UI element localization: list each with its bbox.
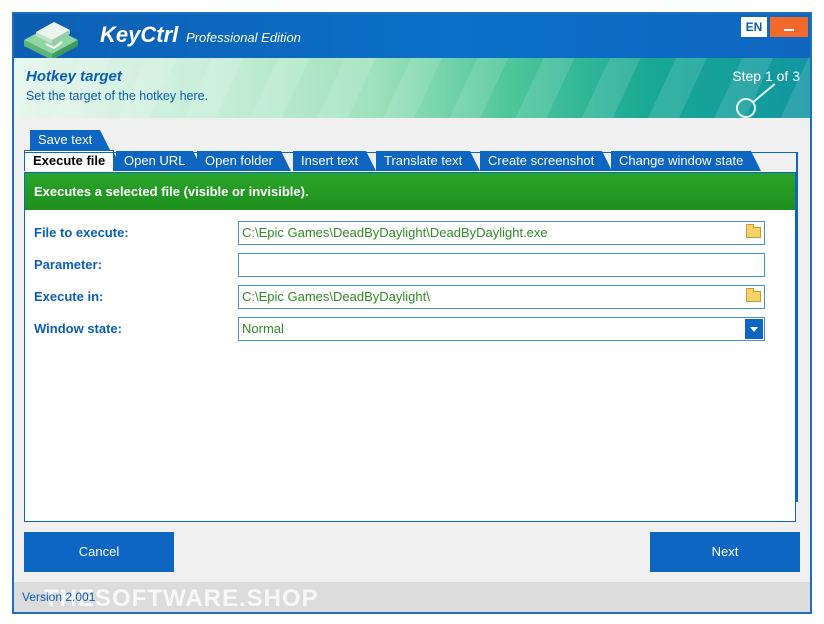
execute-in-row: Execute in: C:\Epic Games\DeadByDaylight…: [25, 285, 795, 311]
window-state-value: Normal: [242, 321, 284, 336]
file-to-execute-row: File to execute: C:\Epic Games\DeadByDay…: [25, 221, 795, 247]
tab-save-text[interactable]: Save text: [30, 130, 111, 150]
window-state-select[interactable]: Normal: [238, 317, 765, 341]
window-state-row: Window state: Normal: [25, 317, 795, 343]
step-indicator: Step 1 of 3: [732, 68, 800, 84]
execute-file-panel: Executes a selected file (visible or inv…: [24, 172, 796, 522]
file-to-execute-input[interactable]: C:\Epic Games\DeadByDaylight\DeadByDayli…: [238, 221, 765, 245]
keyctrl-logo-icon: [24, 22, 78, 60]
tab-frame-right: [796, 152, 798, 502]
window-state-label: Window state:: [34, 321, 122, 336]
status-bar: THESOFTWARE.SHOP Version 2.001: [14, 582, 810, 612]
parameter-input[interactable]: [238, 253, 765, 277]
cancel-button[interactable]: Cancel: [24, 532, 174, 572]
execute-in-input[interactable]: C:\Epic Games\DeadByDaylight\: [238, 285, 765, 309]
title-bar: KeyCtrl Professional Edition EN: [14, 14, 810, 60]
tab-translate-text[interactable]: Translate text: [376, 151, 481, 171]
execute-in-label: Execute in:: [34, 289, 104, 304]
tab-insert-text[interactable]: Insert text: [293, 151, 377, 171]
tab-create-screenshot[interactable]: Create screenshot: [480, 151, 613, 171]
parameter-label: Parameter:: [34, 257, 102, 272]
header-decoration: [14, 58, 810, 118]
app-window: KeyCtrl Professional Edition EN Hotkey t…: [12, 12, 812, 614]
version-label: Version 2.001: [22, 590, 96, 604]
chevron-down-icon[interactable]: [745, 319, 763, 339]
browse-folder-icon[interactable]: [746, 288, 761, 302]
header-title: Hotkey target: [26, 68, 122, 85]
parameter-row: Parameter:: [25, 253, 795, 279]
file-to-execute-value: C:\Epic Games\DeadByDaylight\DeadByDayli…: [242, 225, 548, 240]
wizard-header: Hotkey target Set the target of the hotk…: [14, 58, 810, 118]
next-button[interactable]: Next: [650, 532, 800, 572]
execute-in-value: C:\Epic Games\DeadByDaylight\: [242, 289, 430, 304]
tab-execute-file[interactable]: Execute file: [24, 150, 124, 171]
browse-file-icon[interactable]: [746, 224, 761, 238]
app-edition: Professional Edition: [186, 30, 301, 45]
tab-change-window-state[interactable]: Change window state: [611, 151, 762, 171]
minimize-icon: [784, 29, 794, 31]
file-to-execute-label: File to execute:: [34, 225, 129, 240]
app-title: KeyCtrl: [100, 22, 179, 47]
tab-frame-top: [24, 152, 798, 153]
tab-open-folder[interactable]: Open folder: [197, 151, 291, 171]
minimize-button[interactable]: [770, 17, 808, 37]
tab-open-url[interactable]: Open URL: [116, 151, 204, 171]
step-decoration-circle: [736, 98, 756, 118]
header-subtitle: Set the target of the hotkey here.: [26, 89, 209, 103]
panel-banner: Executes a selected file (visible or inv…: [25, 173, 795, 210]
language-button[interactable]: EN: [741, 17, 767, 37]
